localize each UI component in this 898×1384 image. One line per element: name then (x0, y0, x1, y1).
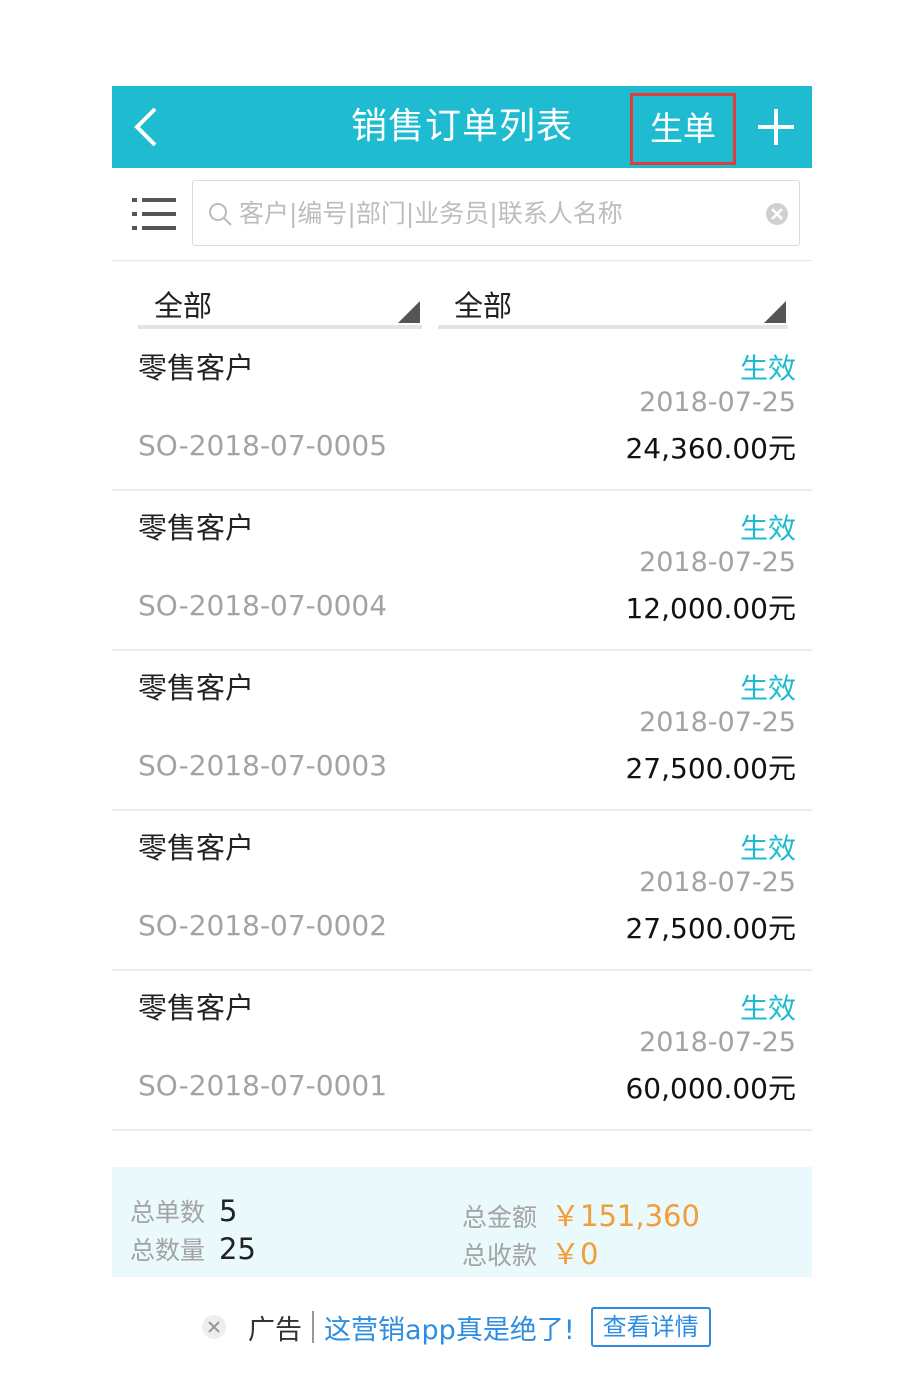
order-code: SO-2018-07-0005 (138, 429, 388, 462)
total-received-value: ￥0 (551, 1237, 599, 1271)
ad-close-button[interactable] (200, 1313, 228, 1341)
total-orders: 总单数 5 (130, 1193, 237, 1229)
phone-screen: 销售订单列表 生单 客户|编号|部门|业务员|联系人名称 全部 全部 零售客户 … (112, 86, 812, 1131)
ad-details-button[interactable]: 查看详情 (590, 1307, 711, 1347)
status-badge: 生效 (739, 832, 796, 865)
total-received-label: 总收款 (462, 1241, 538, 1270)
order-date: 2018-07-25 (639, 387, 796, 418)
status-badge: 生效 (739, 992, 796, 1025)
order-amount: 24,360.00元 (625, 432, 796, 465)
filter-dropdown-2[interactable]: 全部 (438, 279, 788, 329)
status-badge: 生效 (739, 512, 796, 545)
customer-name: 零售客户 (138, 671, 255, 705)
ad-banner: 广告 这营销app真是绝了! 查看详情 (200, 1306, 711, 1348)
search-box (192, 180, 800, 246)
search-input[interactable] (239, 181, 759, 245)
order-row[interactable]: 零售客户 生效 2018-07-25 SO-2018-07-0004 12,00… (112, 491, 812, 651)
clear-icon[interactable] (765, 202, 789, 226)
dropdown-triangle-icon (398, 301, 420, 323)
customer-name: 零售客户 (138, 511, 255, 545)
order-code: SO-2018-07-0003 (138, 749, 388, 782)
order-date: 2018-07-25 (639, 1027, 796, 1058)
dropdown-triangle-icon (764, 301, 786, 323)
status-badge: 生效 (739, 672, 796, 705)
total-amount: 总金额 ￥151,360 (462, 1193, 700, 1235)
total-qty-label: 总数量 (130, 1236, 206, 1265)
total-orders-label: 总单数 (130, 1198, 206, 1227)
order-code: SO-2018-07-0001 (138, 1069, 388, 1102)
order-date: 2018-07-25 (639, 547, 796, 578)
total-quantity: 总数量 25 (130, 1231, 256, 1267)
order-amount: 60,000.00元 (625, 1072, 796, 1105)
customer-name: 零售客户 (138, 351, 255, 385)
ad-divider (312, 1311, 314, 1343)
generate-order-button[interactable]: 生单 (630, 93, 736, 165)
order-amount: 12,000.00元 (625, 592, 796, 625)
order-code: SO-2018-07-0002 (138, 909, 388, 942)
order-date: 2018-07-25 (639, 707, 796, 738)
order-row[interactable]: 零售客户 生效 2018-07-25 SO-2018-07-0005 24,36… (112, 331, 812, 491)
order-row[interactable]: 零售客户 生效 2018-07-25 SO-2018-07-0003 27,50… (112, 651, 812, 811)
plus-icon (758, 109, 794, 145)
summary-bar: 总单数 5 总数量 25 总金额 ￥151,360 总收款 ￥0 (112, 1167, 812, 1277)
add-button[interactable] (748, 102, 804, 152)
ad-link[interactable]: 这营销app真是绝了! (324, 1308, 575, 1347)
menu-button[interactable] (130, 192, 178, 236)
total-received: 总收款 ￥0 (462, 1231, 598, 1273)
close-icon (202, 1315, 226, 1339)
filter-2-label: 全部 (454, 289, 513, 323)
ad-label: 广告 (248, 1314, 302, 1346)
app-header: 销售订单列表 生单 (112, 86, 812, 168)
customer-name: 零售客户 (138, 991, 255, 1025)
total-qty-value: 25 (219, 1232, 256, 1266)
filter-1-label: 全部 (154, 289, 213, 323)
total-orders-value: 5 (219, 1194, 238, 1228)
order-row[interactable]: 零售客户 生效 2018-07-25 SO-2018-07-0001 60,00… (112, 971, 812, 1131)
filter-row: 全部 全部 (112, 261, 812, 331)
total-amount-label: 总金额 (462, 1203, 538, 1232)
order-row[interactable]: 零售客户 生效 2018-07-25 SO-2018-07-0002 27,50… (112, 811, 812, 971)
order-list: 零售客户 生效 2018-07-25 SO-2018-07-0005 24,36… (112, 331, 812, 1131)
filter-dropdown-1[interactable]: 全部 (138, 279, 422, 329)
search-icon (209, 203, 232, 226)
search-bar (112, 168, 812, 261)
order-code: SO-2018-07-0004 (138, 589, 388, 622)
order-date: 2018-07-25 (639, 867, 796, 898)
menu-list-icon (132, 198, 176, 230)
order-amount: 27,500.00元 (625, 912, 796, 945)
total-amount-value: ￥151,360 (551, 1199, 700, 1233)
status-badge: 生效 (739, 352, 796, 385)
order-amount: 27,500.00元 (625, 752, 796, 785)
customer-name: 零售客户 (138, 831, 255, 865)
